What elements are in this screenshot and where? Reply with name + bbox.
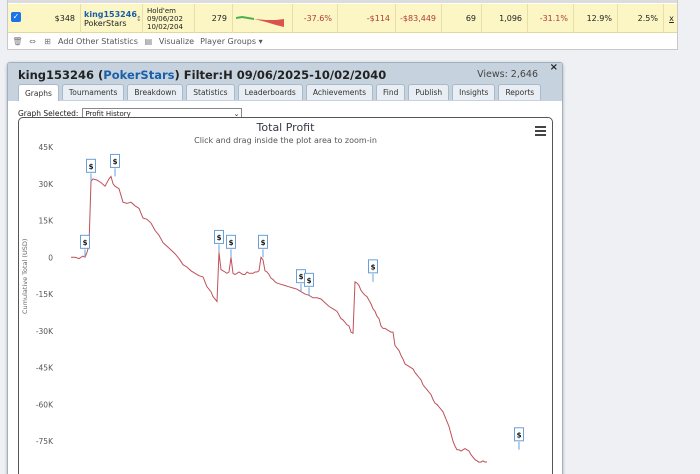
add-statistics-button[interactable]: Add Other Statistics <box>58 37 138 46</box>
dollars1-value: -$114 <box>366 14 390 23</box>
visualize-icon: ▤ <box>144 37 153 46</box>
pct2-cell: -31.1% <box>528 4 574 33</box>
n1-cell: 69 <box>442 4 482 33</box>
game-cell: Hold'em 09/06/202 10/02/204 <box>145 4 195 33</box>
pct2-value: -31.1% <box>539 14 568 23</box>
event-flag[interactable]: $ <box>86 158 96 182</box>
date-start: 09/06/202 <box>147 14 183 23</box>
results-table: ✓ $348 king153246 PokerStars ↕ Hold'em 0… <box>7 0 678 50</box>
pct1-value: -37.6% <box>303 14 332 23</box>
profit-series-line <box>71 175 488 463</box>
row-checkbox[interactable]: ✓ <box>11 12 21 22</box>
event-flag[interactable]: $ <box>304 272 314 296</box>
tab-reports[interactable]: Reports <box>498 84 542 100</box>
add-stat-icon: ⊞ <box>44 37 51 46</box>
table-header-edge <box>8 0 677 3</box>
tab-leaderboards[interactable]: Leaderboards <box>237 84 303 100</box>
event-flag[interactable]: $ <box>258 234 268 258</box>
tab-tournaments[interactable]: Tournaments <box>61 84 125 100</box>
hands-value: 279 <box>211 14 227 23</box>
sparkline-cell <box>233 4 293 33</box>
row-toolbar: 🗑 ⇔ ⊞ Add Other Statistics ▤ Visualize P… <box>8 34 677 49</box>
event-flag-label: $ <box>299 273 304 281</box>
dollars2-value: -$83,449 <box>400 14 436 23</box>
link-icon[interactable]: ⇔ <box>28 37 37 46</box>
event-flag[interactable]: $ <box>214 229 224 253</box>
hands-cell: 279 <box>195 4 233 33</box>
pct1-cell: -37.6% <box>293 4 338 33</box>
y-tick-label: -60K <box>36 400 54 409</box>
y-tick-label: 15K <box>39 217 55 226</box>
y-tick-label: 0 <box>48 253 53 262</box>
dialog-header: king153246 (PokerStars) Filter:H 09/06/2… <box>8 63 562 101</box>
y-tick-label: -75K <box>36 437 54 446</box>
event-flag[interactable]: $ <box>226 234 236 258</box>
remove-row-button[interactable]: x <box>664 4 679 33</box>
trash-icon[interactable]: 🗑 <box>12 37 22 46</box>
tab-publish[interactable]: Publish <box>408 84 450 100</box>
y-tick-label: 30K <box>39 180 55 189</box>
profit-chart[interactable]: 45K30K15K0-15K-30K-45K-60K-75K-90K$$$$$$… <box>19 118 554 474</box>
event-flag-label: $ <box>89 163 94 171</box>
event-flag-label: $ <box>261 239 266 247</box>
dialog-player-name: king153246 <box>18 68 95 82</box>
game-type: Hold'em <box>147 6 176 15</box>
y-tick-label: -45K <box>36 364 54 373</box>
tab-breakdown[interactable]: Breakdown <box>127 84 184 100</box>
chart-subtitle: Click and drag inside the plot area to z… <box>194 136 377 145</box>
dialog-tabs: Graphs Tournaments Breakdown Statistics Lead… <box>18 84 542 101</box>
tab-insights[interactable]: Insights <box>452 84 496 100</box>
pct4-cell: 2.5% <box>618 4 664 33</box>
tab-statistics[interactable]: Statistics <box>186 84 235 100</box>
event-flag[interactable]: $ <box>514 427 524 450</box>
event-flag[interactable]: $ <box>368 259 378 282</box>
n2-cell: 1,096 <box>482 4 528 33</box>
stake-cell: $348 <box>25 4 81 33</box>
views-count: Views: 2,646 <box>477 69 538 80</box>
pct3-cell: 12.9% <box>574 4 618 33</box>
event-flag-label: $ <box>113 158 118 166</box>
table-row[interactable]: ✓ $348 king153246 PokerStars ↕ Hold'em 0… <box>8 4 677 33</box>
player-groups-button[interactable]: Player Groups ▾ <box>200 37 263 46</box>
player-site: PokerStars <box>84 18 127 28</box>
event-flag-label: $ <box>229 239 234 247</box>
n1-value: 69 <box>465 14 476 23</box>
chart-container[interactable]: 45K30K15K0-15K-30K-45K-60K-75K-90K$$$$$$… <box>18 117 553 474</box>
dollars2-cell: -$83,449 <box>396 4 442 33</box>
player-cell: king153246 PokerStars <box>81 4 143 33</box>
dialog-filter: Filter:H 09/06/2025-10/02/2040 <box>183 68 387 82</box>
stake-value: $348 <box>54 14 75 23</box>
dollars1-cell: -$114 <box>338 4 396 33</box>
remove-row-label: x <box>669 14 674 23</box>
event-flag-label: $ <box>371 263 376 271</box>
tab-graphs[interactable]: Graphs <box>18 84 59 101</box>
chart-menu-icon[interactable] <box>535 126 546 138</box>
y-tick-label: -15K <box>36 290 54 299</box>
y-tick-label: -30K <box>36 327 54 336</box>
pct4-value: 2.5% <box>637 14 658 23</box>
close-button[interactable]: × <box>550 63 558 73</box>
y-axis-label: Cumulative Total (USD) <box>21 238 29 314</box>
event-flag-label: $ <box>83 239 88 247</box>
pct3-value: 12.9% <box>586 14 612 23</box>
event-flag-label: $ <box>517 431 522 439</box>
date-end: 10/02/204 <box>147 22 183 31</box>
event-flag-label: $ <box>307 277 312 285</box>
visualize-button[interactable]: Visualize <box>159 37 194 46</box>
n2-value: 1,096 <box>499 14 522 23</box>
tab-achievements[interactable]: Achievements <box>305 84 373 100</box>
dialog-title: king153246 (PokerStars) Filter:H 09/06/2… <box>18 68 387 82</box>
tab-find[interactable]: Find <box>376 84 406 100</box>
chart-title: Total Profit <box>256 121 315 134</box>
event-flag[interactable]: $ <box>110 153 120 177</box>
player-link[interactable]: king153246 <box>84 10 137 19</box>
player-dialog: king153246 (PokerStars) Filter:H 09/06/2… <box>7 62 563 474</box>
event-flag-label: $ <box>217 234 222 242</box>
sort-icon[interactable]: ↕ <box>136 4 145 33</box>
dialog-site-link[interactable]: PokerStars <box>103 68 174 82</box>
event-flag[interactable]: $ <box>80 234 90 258</box>
